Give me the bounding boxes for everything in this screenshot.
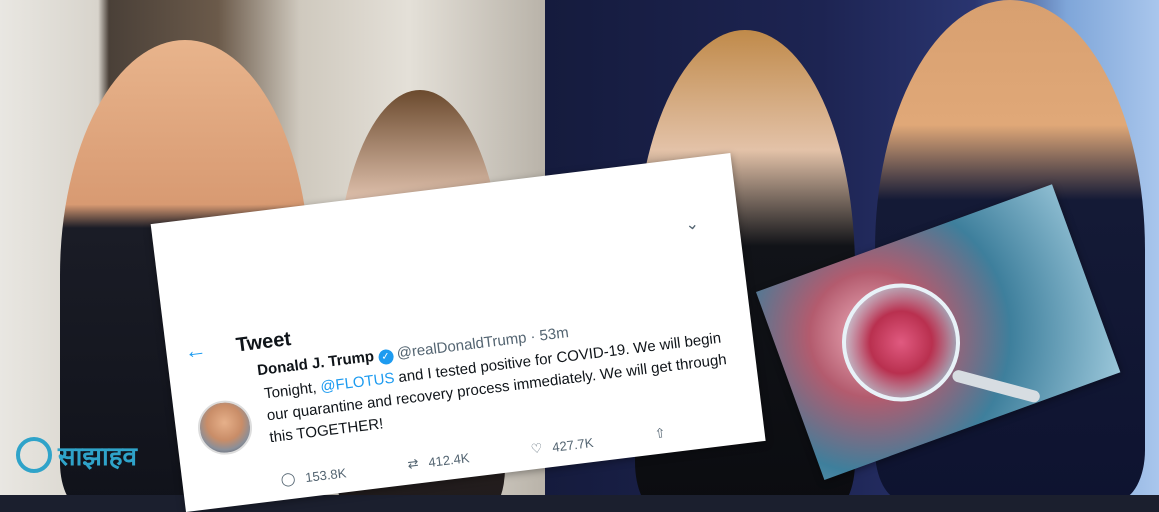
reply-button[interactable]: ◯ 153.8K: [280, 464, 347, 488]
share-button[interactable]: ⇧: [654, 425, 667, 442]
site-logo: साझाहव: [16, 437, 137, 473]
magnifier-handle: [951, 368, 1042, 404]
logo-icon: [16, 437, 52, 473]
retweet-count: 412.4K: [427, 449, 471, 470]
tweet-title: Tweet: [234, 327, 293, 357]
tweet-text-before: Tonight,: [263, 378, 322, 403]
logo-text: साझाहव: [58, 442, 137, 472]
mention-link[interactable]: @FLOTUS: [319, 370, 395, 396]
avatar[interactable]: [194, 397, 256, 458]
magnifier-lens: [825, 266, 977, 419]
like-button[interactable]: ♡ 427.7K: [530, 434, 594, 458]
like-icon: ♡: [529, 440, 544, 457]
share-icon: ⇧: [653, 425, 667, 442]
retweet-icon: ⇄: [406, 455, 420, 472]
like-count: 427.7K: [551, 434, 595, 455]
chevron-down-icon[interactable]: ⌄: [684, 213, 700, 234]
reply-count: 153.8K: [304, 464, 348, 485]
retweet-button[interactable]: ⇄ 412.4K: [407, 449, 471, 472]
reply-icon: ◯: [279, 470, 297, 488]
back-arrow-icon[interactable]: ←: [183, 336, 208, 364]
verified-badge-icon: ✓: [377, 348, 394, 366]
